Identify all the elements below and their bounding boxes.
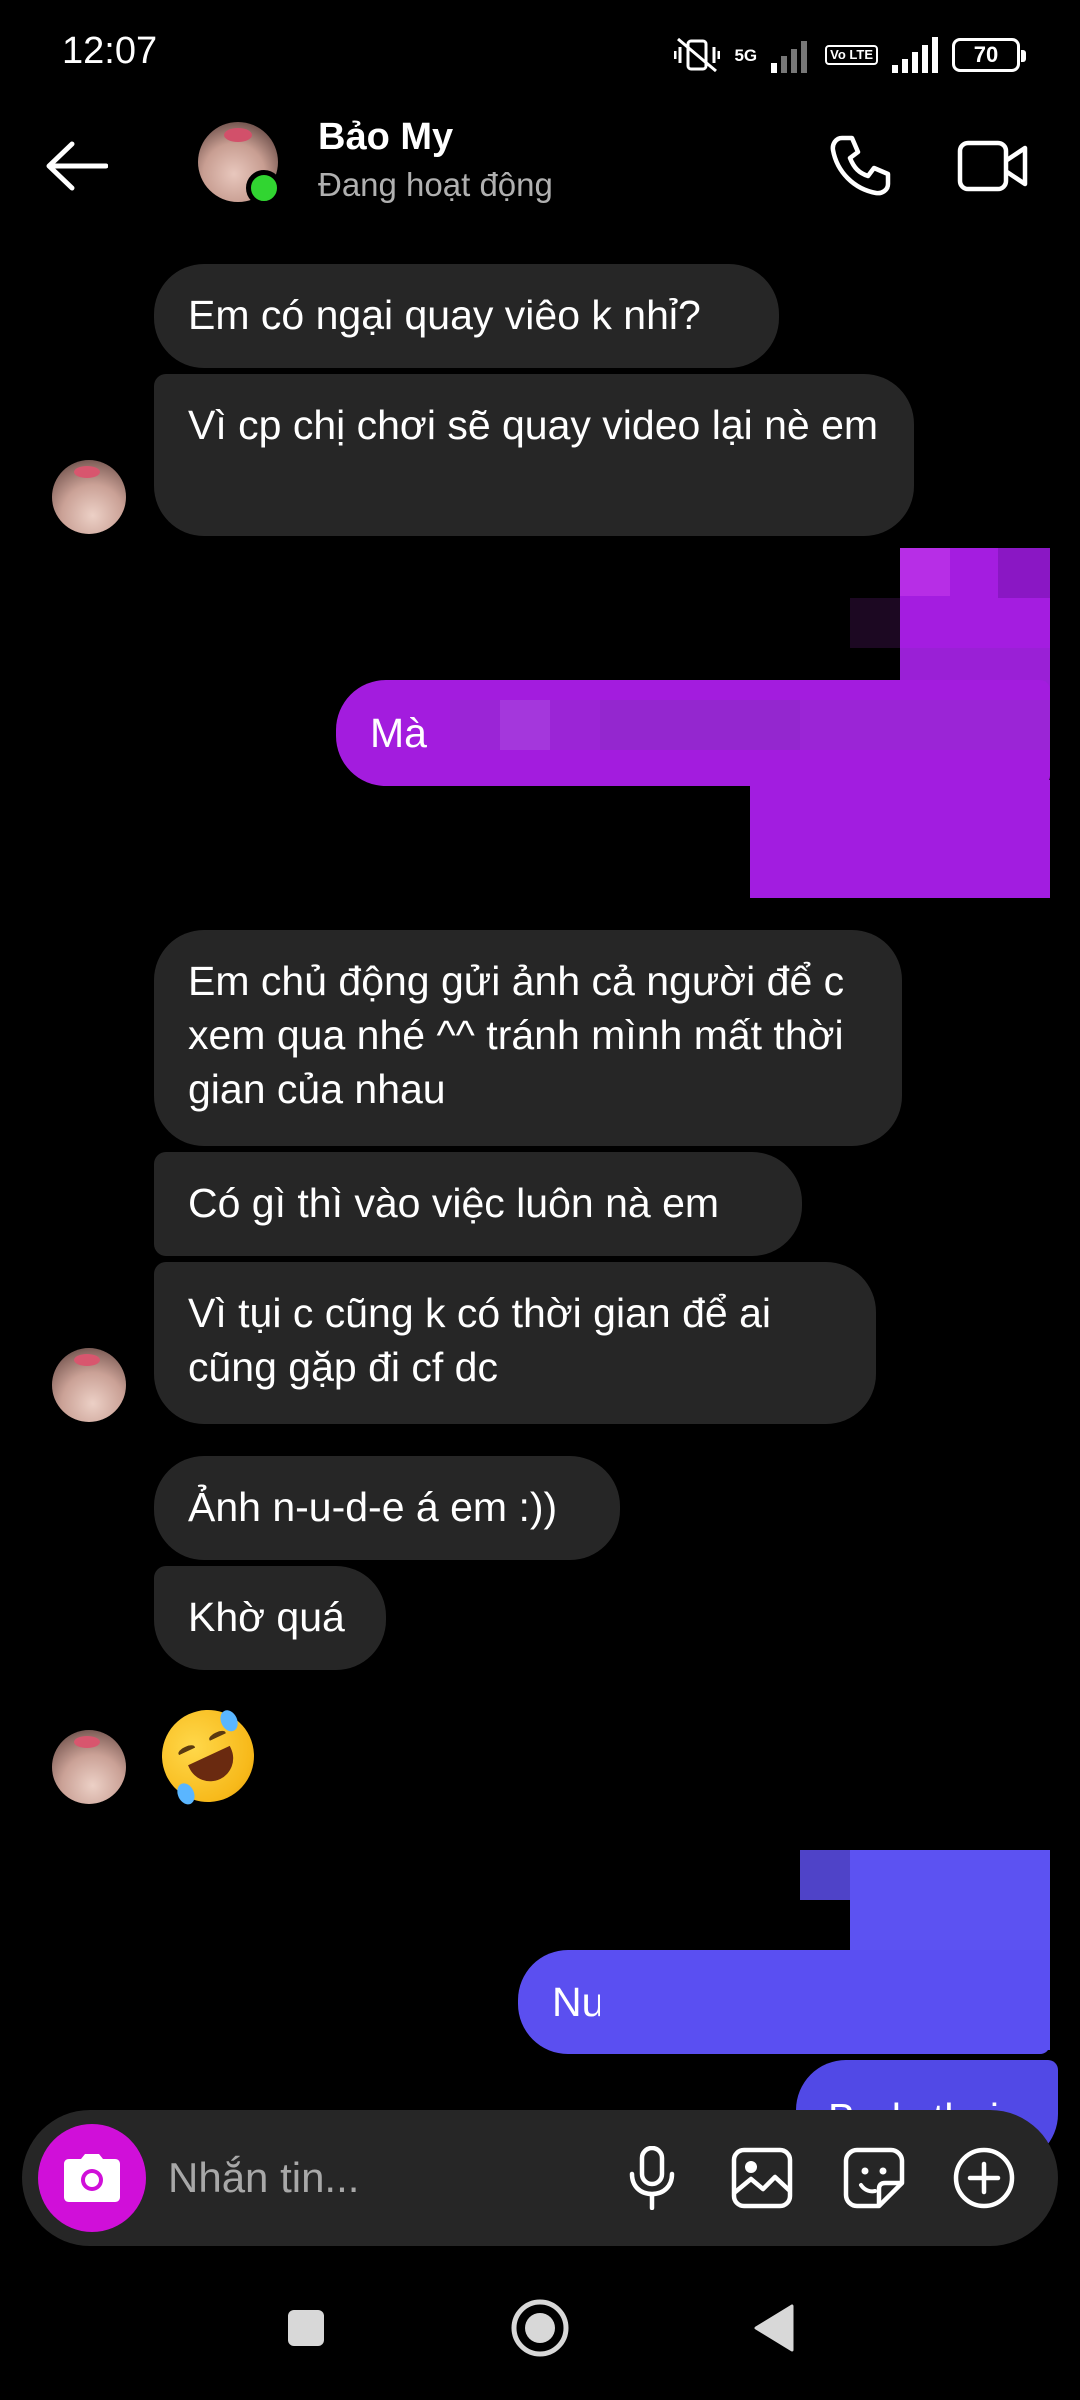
pixelation-overlay [998, 548, 1050, 598]
signal-icon-2 [892, 37, 938, 73]
recents-button[interactable] [266, 2288, 346, 2368]
message-bubble-received[interactable]: Vì cp chị chơi sẽ quay video lại nè em [154, 374, 914, 536]
phone-icon [830, 135, 891, 196]
status-icons: 5G Vo LTE 70 [674, 30, 1026, 80]
signal-icon [771, 41, 808, 73]
plus-circle-icon [953, 2147, 1015, 2209]
gallery-button[interactable] [726, 2142, 798, 2214]
back-button[interactable] [40, 130, 112, 202]
network-type: 5G [734, 45, 758, 65]
image-icon [731, 2147, 793, 2209]
online-indicator [246, 170, 282, 206]
pixelation-overlay [600, 1950, 1050, 2050]
back-nav-button[interactable] [734, 2288, 814, 2368]
message-bubble-received[interactable]: Khờ quá [154, 1566, 386, 1670]
pixelation-overlay [900, 548, 950, 596]
message-bubble-received[interactable]: Vì tụi c cũng k có thời gian để ai cũng … [154, 1262, 876, 1424]
volte-badge: Vo LTE [825, 45, 878, 65]
message-bubble-received[interactable]: Có gì thì vào việc luôn nà em [154, 1152, 802, 1256]
pixelation-overlay [800, 1850, 850, 1900]
microphone-button[interactable] [616, 2142, 688, 2214]
sender-avatar[interactable] [52, 1348, 126, 1422]
battery-icon: 70 [952, 38, 1026, 72]
contact-name[interactable]: Bảo My [318, 116, 453, 159]
sender-avatar[interactable] [52, 460, 126, 534]
message-bubble-received[interactable]: Em chủ động gửi ảnh cả người để c xem qu… [154, 930, 902, 1146]
voice-call-button[interactable] [820, 126, 900, 206]
pixelation-overlay [600, 700, 800, 750]
pixelation-overlay [850, 1850, 1050, 1950]
square-icon [288, 2310, 324, 2346]
pixelation-overlay [500, 700, 550, 750]
home-button[interactable] [500, 2288, 580, 2368]
triangle-back-icon [754, 2304, 794, 2352]
sent-text: Mà [370, 709, 427, 756]
video-camera-icon [957, 140, 1028, 192]
status-bar: 12:07 5G Vo LTE 70 [0, 0, 1080, 110]
chat-header: Bảo My Đang hoạt động [0, 110, 1080, 220]
message-composer [22, 2110, 1058, 2246]
sticker-icon [843, 2147, 905, 2209]
vibrate-off-icon [674, 37, 721, 73]
sender-avatar[interactable] [52, 1730, 126, 1804]
circle-home-icon [511, 2299, 569, 2357]
rolling-laughing-emoji-icon[interactable] [146, 1694, 270, 1818]
video-call-button[interactable] [948, 126, 1038, 206]
status-time: 12:07 [62, 30, 158, 72]
camera-button[interactable] [38, 2124, 146, 2232]
microphone-icon [629, 2146, 675, 2210]
sticker-button[interactable] [838, 2142, 910, 2214]
system-nav-bar [0, 2260, 1080, 2400]
message-bubble-received[interactable]: Ảnh n-u-d-e á em :)) [154, 1456, 620, 1560]
contact-status: Đang hoạt động [318, 166, 553, 203]
arrow-left-icon [46, 141, 108, 191]
sent-text: Nu [552, 1978, 605, 2025]
pixelation-overlay [850, 598, 900, 648]
more-options-button[interactable] [948, 2142, 1020, 2214]
pixelation-overlay [750, 780, 1050, 898]
camera-icon [64, 2154, 120, 2202]
message-bubble-received[interactable]: Em có ngại quay viêo k nhỉ? [154, 264, 779, 368]
message-input[interactable] [168, 2148, 588, 2208]
